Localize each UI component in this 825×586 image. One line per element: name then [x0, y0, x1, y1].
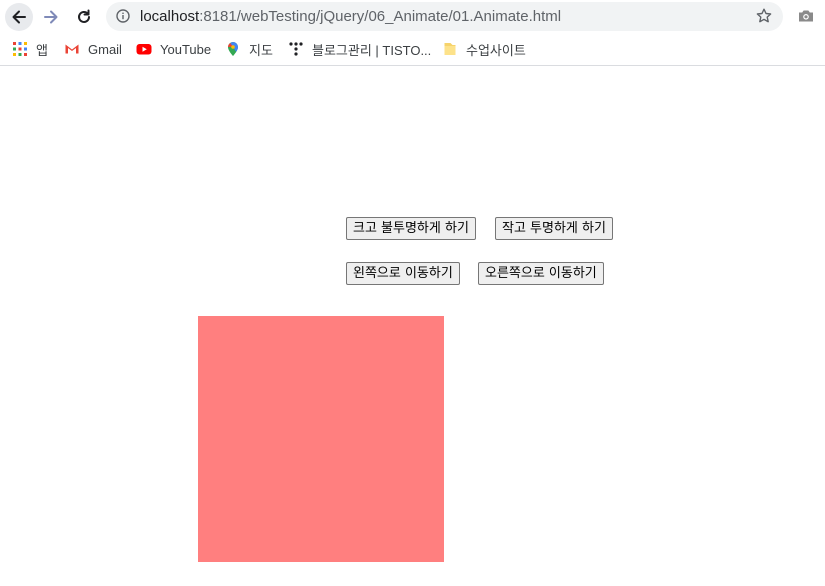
bookmark-label: 지도: [249, 42, 273, 58]
reload-icon: [78, 9, 90, 23]
bookmark-label: Gmail: [88, 41, 122, 57]
grow-opaque-button[interactable]: 크고 불투명하게 하기: [346, 217, 476, 240]
animated-box: [198, 316, 444, 562]
arrow-left-icon: [12, 10, 26, 24]
bookmark-folder[interactable]: 수업사이트: [442, 38, 526, 60]
youtube-icon: [136, 44, 152, 55]
star-icon[interactable]: [755, 7, 773, 25]
bookmark-apps[interactable]: 앱: [12, 38, 48, 60]
bookmarks-bar: 앱 Gmail YouTube 지도 블로그관리 | TISTO... 수업사이…: [0, 34, 825, 66]
info-icon[interactable]: [116, 9, 130, 23]
tistory-icon: [289, 42, 303, 56]
camera-icon[interactable]: [797, 7, 815, 25]
bookmark-label: 앱: [36, 42, 48, 58]
url-text[interactable]: localhost:8181/webTesting/jQuery/06_Anim…: [140, 8, 561, 25]
bookmark-youtube[interactable]: YouTube: [136, 38, 211, 60]
bookmark-label: YouTube: [160, 41, 212, 57]
bookmark-tistory[interactable]: 블로그관리 | TISTO...: [288, 38, 431, 60]
bookmark-gmail[interactable]: Gmail: [64, 38, 122, 60]
page-content: 크고 불투명하게 하기 작고 투명하게 하기 왼쪽으로 이동하기 오른쪽으로 이…: [0, 66, 825, 586]
apps-grid-icon: [13, 42, 27, 56]
maps-pin-icon: [228, 42, 238, 56]
folder-icon: [444, 43, 456, 55]
shrink-transparent-button[interactable]: 작고 투명하게 하기: [495, 217, 613, 240]
arrow-right-icon: [44, 10, 58, 24]
back-button[interactable]: [5, 3, 33, 31]
browser-toolbar: localhost:8181/webTesting/jQuery/06_Anim…: [0, 0, 825, 34]
forward-button[interactable]: [37, 3, 65, 31]
reload-button[interactable]: [70, 3, 98, 31]
move-left-button[interactable]: 왼쪽으로 이동하기: [346, 262, 460, 285]
bookmark-label: 블로그관리 | TISTO...: [312, 42, 432, 58]
gmail-icon: [65, 44, 79, 54]
move-right-button[interactable]: 오른쪽으로 이동하기: [478, 262, 604, 285]
url-host: localhost: [140, 8, 200, 25]
bookmark-label: 수업사이트: [466, 42, 526, 58]
url-path: :8181/webTesting/jQuery/06_Animate/01.An…: [199, 8, 562, 25]
bookmark-maps[interactable]: 지도: [225, 38, 273, 60]
address-bar[interactable]: localhost:8181/webTesting/jQuery/06_Anim…: [106, 2, 783, 31]
